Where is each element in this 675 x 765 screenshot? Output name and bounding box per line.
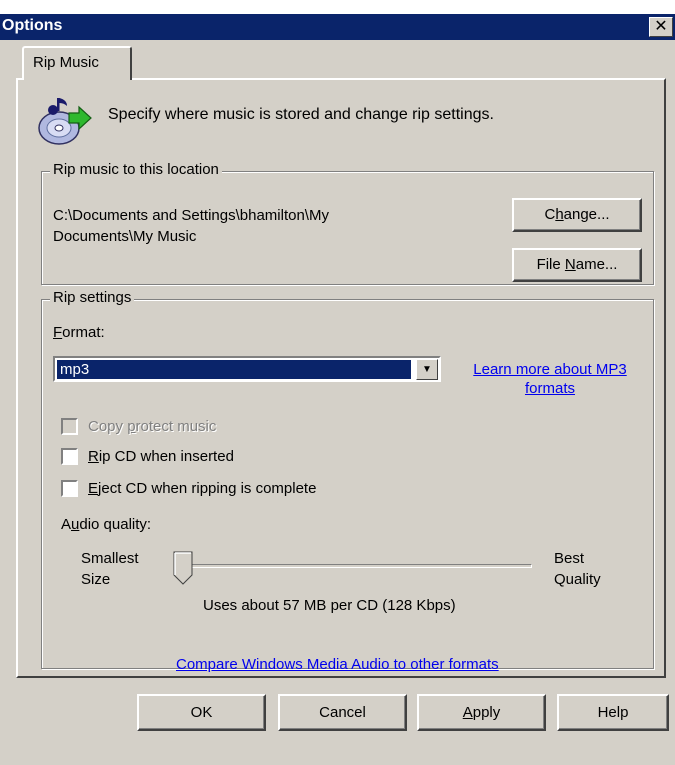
copy-protect-checkbox-box (61, 418, 78, 435)
help-button[interactable]: Help (557, 694, 669, 731)
title-bar[interactable]: Options ✕ (0, 14, 675, 40)
copy-protect-label: Copy protect music (88, 418, 217, 435)
rip-location-legend: Rip music to this location (50, 161, 222, 178)
format-label: Format: (53, 324, 105, 341)
compare-formats-link[interactable]: Compare Windows Media Audio to other for… (176, 656, 499, 673)
audio-quality-slider-track[interactable] (180, 564, 532, 568)
rip-location-path: C:\Documents and Settings\bhamilton\My D… (53, 207, 329, 245)
change-button[interactable]: Change... (512, 198, 642, 232)
dropdown-arrow-icon[interactable]: ▼ (416, 359, 438, 380)
close-button[interactable]: ✕ (649, 17, 673, 37)
ok-button[interactable]: OK (137, 694, 266, 731)
rip-cd-when-inserted-label: Rip CD when inserted (88, 448, 234, 465)
rip-cd-when-inserted-checkbox[interactable]: Rip CD when inserted (61, 448, 234, 465)
estimated-size-text: Uses about 57 MB per CD (128 Kbps) (203, 597, 456, 614)
format-select[interactable]: mp3 ▼ (53, 356, 441, 382)
copy-protect-checkbox[interactable]: Copy protect music (61, 418, 216, 435)
cd-rip-icon (38, 98, 92, 145)
close-icon: ✕ (654, 18, 668, 35)
window-title: Options (2, 17, 63, 34)
rip-settings-legend: Rip settings (50, 289, 135, 306)
apply-button[interactable]: Apply (417, 694, 546, 731)
tab-rip-music[interactable]: Rip Music (22, 46, 132, 80)
eject-cd-label: Eject CD when ripping is complete (88, 480, 317, 497)
header-description: Specify where music is stored and change… (108, 106, 494, 123)
tab-label: Rip Music (33, 54, 99, 71)
file-name-button[interactable]: File Name... (512, 248, 642, 282)
cancel-button[interactable]: Cancel (278, 694, 407, 731)
learn-more-mp3-link[interactable]: Learn more about MP3 formats (465, 360, 635, 398)
best-quality-label: Best Quality (554, 550, 601, 588)
audio-quality-slider-thumb[interactable] (173, 551, 193, 585)
eject-cd-checkbox-box (61, 480, 78, 497)
format-selected-value: mp3 (57, 360, 411, 379)
smallest-size-label: Smallest Size (81, 550, 139, 588)
audio-quality-label: Audio quality: (61, 516, 152, 533)
rip-cd-when-inserted-checkbox-box (61, 448, 78, 465)
eject-cd-checkbox[interactable]: Eject CD when ripping is complete (61, 480, 316, 497)
